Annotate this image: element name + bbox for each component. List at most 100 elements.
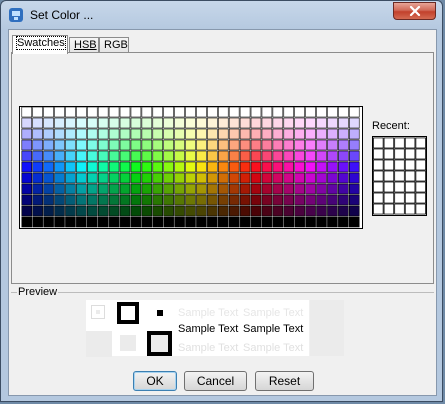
color-swatch[interactable]	[217, 139, 229, 151]
color-swatch[interactable]	[316, 107, 327, 118]
color-swatch[interactable]	[21, 205, 33, 217]
color-swatch[interactable]	[294, 139, 305, 151]
color-swatch[interactable]	[21, 117, 33, 129]
color-swatch[interactable]	[141, 107, 153, 118]
color-swatch[interactable]	[97, 139, 109, 151]
color-swatch[interactable]	[152, 107, 164, 118]
color-swatch[interactable]	[327, 172, 338, 184]
recent-swatch[interactable]	[415, 192, 426, 204]
color-swatch[interactable]	[21, 216, 33, 228]
color-swatch[interactable]	[228, 216, 240, 228]
color-swatch[interactable]	[54, 216, 65, 228]
color-swatch[interactable]	[283, 216, 295, 228]
color-swatch[interactable]	[294, 194, 305, 206]
color-swatch[interactable]	[65, 107, 76, 118]
color-swatch[interactable]	[185, 117, 196, 129]
color-swatch[interactable]	[32, 216, 43, 228]
color-swatch[interactable]	[239, 150, 251, 162]
color-swatch[interactable]	[54, 117, 65, 129]
color-swatch[interactable]	[305, 128, 316, 140]
recent-swatch[interactable]	[394, 159, 405, 171]
color-swatch[interactable]	[86, 107, 98, 118]
color-swatch[interactable]	[108, 117, 120, 129]
color-swatch[interactable]	[348, 172, 360, 184]
color-swatch[interactable]	[261, 205, 273, 217]
color-swatch[interactable]	[294, 150, 305, 162]
color-swatch[interactable]	[283, 139, 295, 151]
color-swatch[interactable]	[163, 161, 174, 173]
color-swatch[interactable]	[152, 139, 164, 151]
color-swatch[interactable]	[130, 183, 142, 195]
color-swatch[interactable]	[348, 128, 360, 140]
color-swatch[interactable]	[272, 205, 284, 217]
recent-swatch[interactable]	[394, 148, 405, 160]
color-swatch[interactable]	[338, 183, 349, 195]
color-swatch[interactable]	[119, 216, 131, 228]
color-swatch[interactable]	[261, 107, 273, 118]
color-swatch[interactable]	[327, 107, 338, 118]
recent-swatch[interactable]	[404, 203, 416, 215]
color-swatch[interactable]	[174, 128, 185, 140]
color-swatch[interactable]	[43, 183, 54, 195]
color-swatch[interactable]	[86, 183, 98, 195]
recent-swatch[interactable]	[383, 170, 395, 182]
color-swatch[interactable]	[86, 117, 98, 129]
color-swatch[interactable]	[217, 117, 229, 129]
color-swatch[interactable]	[239, 172, 251, 184]
color-swatch[interactable]	[207, 107, 218, 118]
recent-swatch[interactable]	[373, 137, 384, 149]
color-swatch[interactable]	[54, 107, 65, 118]
color-swatch[interactable]	[21, 107, 33, 118]
color-swatch[interactable]	[250, 183, 262, 195]
color-swatch[interactable]	[338, 128, 349, 140]
recent-swatch[interactable]	[404, 159, 416, 171]
color-swatch[interactable]	[119, 107, 131, 118]
color-swatch[interactable]	[261, 150, 273, 162]
color-swatch[interactable]	[119, 139, 131, 151]
color-swatch[interactable]	[76, 205, 87, 217]
color-swatch[interactable]	[86, 150, 98, 162]
color-swatch[interactable]	[76, 216, 87, 228]
color-swatch[interactable]	[163, 183, 174, 195]
color-swatch[interactable]	[54, 205, 65, 217]
color-swatch[interactable]	[327, 183, 338, 195]
color-swatch[interactable]	[86, 216, 98, 228]
color-swatch[interactable]	[97, 117, 109, 129]
color-swatch[interactable]	[348, 194, 360, 206]
color-swatch[interactable]	[119, 194, 131, 206]
color-swatch[interactable]	[196, 183, 207, 195]
color-swatch[interactable]	[119, 117, 131, 129]
color-swatch[interactable]	[272, 117, 284, 129]
color-swatch[interactable]	[21, 150, 33, 162]
color-swatch[interactable]	[283, 183, 295, 195]
color-swatch[interactable]	[196, 107, 207, 118]
color-swatch[interactable]	[163, 205, 174, 217]
recent-swatch[interactable]	[394, 170, 405, 182]
color-swatch[interactable]	[207, 194, 218, 206]
color-swatch[interactable]	[97, 183, 109, 195]
color-swatch[interactable]	[316, 117, 327, 129]
color-swatch[interactable]	[228, 205, 240, 217]
recent-swatch[interactable]	[415, 203, 426, 215]
color-swatch[interactable]	[261, 117, 273, 129]
recent-swatch[interactable]	[373, 192, 384, 204]
color-swatch[interactable]	[196, 216, 207, 228]
swatch-grid[interactable]	[19, 106, 363, 229]
color-swatch[interactable]	[207, 183, 218, 195]
color-swatch[interactable]	[250, 128, 262, 140]
color-swatch[interactable]	[152, 172, 164, 184]
color-swatch[interactable]	[239, 128, 251, 140]
tab-hsb[interactable]: HSB	[69, 37, 99, 53]
color-swatch[interactable]	[327, 161, 338, 173]
recent-swatch[interactable]	[404, 148, 416, 160]
recent-swatch[interactable]	[415, 148, 426, 160]
color-swatch[interactable]	[97, 128, 109, 140]
color-swatch[interactable]	[141, 172, 153, 184]
color-swatch[interactable]	[338, 139, 349, 151]
color-swatch[interactable]	[32, 161, 43, 173]
color-swatch[interactable]	[97, 150, 109, 162]
color-swatch[interactable]	[119, 183, 131, 195]
recent-swatch[interactable]	[415, 170, 426, 182]
color-swatch[interactable]	[294, 107, 305, 118]
color-swatch[interactable]	[86, 161, 98, 173]
